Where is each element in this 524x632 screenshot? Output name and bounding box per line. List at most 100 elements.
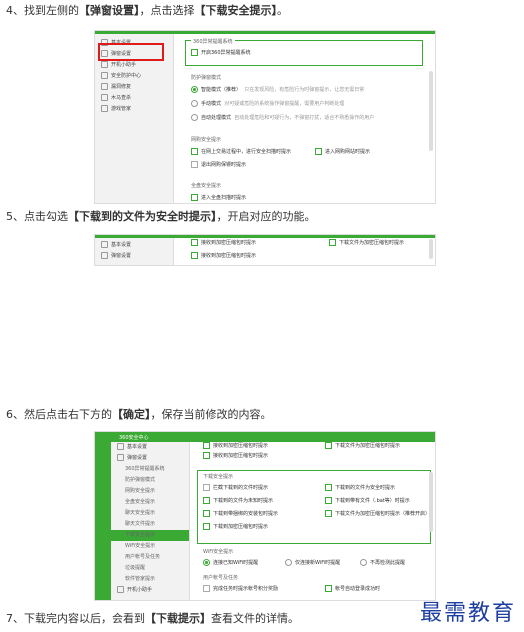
checkbox-icon bbox=[191, 239, 198, 246]
checkbox-icon bbox=[203, 585, 210, 592]
section-title: 360异常提醒系统 bbox=[191, 38, 235, 45]
radio-icon bbox=[285, 559, 292, 566]
radio-icon bbox=[203, 559, 210, 566]
radio-icon bbox=[360, 559, 367, 566]
sidebar-subitem[interactable]: 垃圾提醒 bbox=[111, 563, 189, 574]
window-icon bbox=[101, 252, 108, 259]
radio-icon bbox=[191, 100, 198, 107]
section-title: 防护弹窗模式 bbox=[191, 75, 222, 81]
sidebar-item-popup[interactable]: 弹窗设置 bbox=[111, 453, 189, 464]
option-row[interactable]: 拦截下载到的文件时提示 bbox=[203, 484, 268, 492]
option-row[interactable]: 下载到的文件为未知时提示 bbox=[203, 497, 273, 505]
sidebar-subitem[interactable]: 防护弹窗模式 bbox=[111, 475, 189, 486]
checkbox-icon bbox=[203, 510, 210, 517]
option-row[interactable]: 下载文件为加密压缩包时提示 bbox=[329, 239, 404, 247]
shield-icon bbox=[101, 72, 108, 79]
sidebar-subitem[interactable]: 聊天安全提示 bbox=[111, 508, 189, 519]
step-text: ，点击选择 bbox=[139, 4, 195, 17]
sidebar-subitem[interactable]: 全盘安全提示 bbox=[111, 497, 189, 508]
settings-panel: 接收到加密压缩包时提示 下载文件为加密压缩包时提示 接收到加密压缩包时提示 bbox=[179, 238, 435, 265]
option-row[interactable]: 下载文件为加密压缩包时提示 bbox=[325, 442, 400, 450]
option-row[interactable]: 在网上交易过程中，进行安全扫描时提示 bbox=[191, 148, 291, 156]
screenshot-download-option: 基本设置 弹窗设置 接收到加密压缩包时提示 下载文件为加密压缩包时提示 接收到加… bbox=[94, 234, 436, 266]
checkbox-icon bbox=[325, 497, 332, 504]
sidebar-subitem[interactable]: WiFi安全提示 bbox=[111, 541, 189, 552]
checkbox-icon bbox=[191, 194, 198, 201]
step-bold: 【弹窗设置】 bbox=[79, 4, 140, 17]
step-text: 。 bbox=[277, 4, 288, 17]
settings-icon bbox=[117, 443, 124, 450]
checkbox-icon bbox=[203, 523, 210, 530]
step-5-text: 5、点击勾选【下载到的文件为安全时提示】，开启对应的功能。 bbox=[6, 210, 316, 223]
window-title: 360安全中心 bbox=[119, 435, 149, 441]
option-row[interactable]: 帐号自动登录成功时 bbox=[325, 585, 380, 593]
settings-sidebar: 基本设置 弹窗设置 360异常提醒系统 防护弹窗模式 网购安全提示 全盘安全提示… bbox=[111, 442, 190, 600]
mode-option[interactable]: 手动模式 对可疑或危险的系统操作弹窗提醒，需要用户判断处理 bbox=[191, 100, 344, 108]
sidebar-subitem[interactable]: 软件管家提示 bbox=[111, 574, 189, 585]
clock-icon bbox=[101, 61, 108, 68]
sidebar-item-basic[interactable]: 基本设置 bbox=[95, 240, 173, 251]
sidebar-item-basic[interactable]: 基本设置 bbox=[111, 442, 189, 453]
section-title: 用户帐号及任务 bbox=[203, 575, 239, 581]
game-icon bbox=[101, 105, 108, 112]
option-row-download-safe[interactable]: 下载到的文件为安全时提示 bbox=[325, 484, 395, 492]
step-4-text: 4、找到左侧的【弹窗设置】，点击选择【下载安全提示】。 bbox=[6, 4, 288, 18]
scrollbar[interactable] bbox=[429, 71, 433, 151]
checkbox-icon bbox=[325, 510, 332, 517]
section-title: 全盘安全提示 bbox=[191, 183, 222, 189]
checkbox-icon bbox=[191, 161, 198, 168]
checkbox-icon bbox=[191, 148, 198, 155]
mode-option[interactable]: 智能模式（推荐） 只在发现风险，有危险行为时弹窗提示，让您无需日常 bbox=[191, 86, 364, 94]
scrollbar[interactable] bbox=[429, 239, 433, 259]
sidebar-item-boot[interactable]: 开机小助手 bbox=[95, 60, 173, 71]
option-row[interactable]: 退出网购保镖时提示 bbox=[191, 161, 246, 169]
radio-row[interactable]: 不再检测此提醒 bbox=[360, 559, 405, 567]
checkbox-icon bbox=[325, 442, 332, 449]
sidebar-subitem[interactable]: 用户帐号及任务 bbox=[111, 552, 189, 563]
settings-sidebar: 基本设置 弹窗设置 bbox=[95, 238, 174, 265]
option-row[interactable]: 完成任务时提示帐号积分奖励 bbox=[203, 585, 278, 593]
clock-icon bbox=[117, 586, 124, 593]
sidebar-item-boot[interactable]: 开机小助手 bbox=[111, 585, 189, 596]
radio-row[interactable]: 连接已知WiFi时提醒 bbox=[203, 559, 258, 567]
sidebar-item-game[interactable]: 游戏管家 bbox=[95, 104, 173, 115]
watermark-logo: 最需教育 bbox=[419, 601, 516, 626]
sidebar-item-popup[interactable]: 弹窗设置 bbox=[95, 251, 173, 262]
checkbox-icon bbox=[203, 442, 210, 449]
sidebar-item-trojan[interactable]: 木马查杀 bbox=[95, 93, 173, 104]
sidebar-item-security[interactable]: 安全防护中心 bbox=[95, 71, 173, 82]
sidebar-subitem[interactable]: 网购安全提示 bbox=[111, 486, 189, 497]
settings-panel: 接收到加密压缩包时提示 下载文件为加密压缩包时提示 接收到加密压缩包时提示 下载… bbox=[195, 442, 435, 600]
option-row[interactable]: 进入全盘扫描时提示 bbox=[191, 194, 246, 202]
sidebar-item-patch[interactable]: 漏洞修复 bbox=[95, 82, 173, 93]
checkbox-icon bbox=[191, 252, 198, 259]
radio-row[interactable]: 仅连接新WiFi时提醒 bbox=[285, 559, 340, 567]
option-row[interactable]: 接收到加密压缩包时提示 bbox=[203, 442, 268, 450]
screenshot-download-settings: 360安全中心 基本设置 弹窗设置 360异常提醒系统 防护弹窗模式 网购安全提… bbox=[94, 431, 436, 601]
option-row[interactable]: 开启360异常提醒系统 bbox=[191, 49, 251, 57]
option-row[interactable]: 进入网购网站时提示 bbox=[315, 148, 370, 156]
option-row[interactable]: 下载到加密压缩包时提示 bbox=[203, 523, 268, 531]
option-row[interactable]: 下载文件为加密压缩包时提示（推荐开启） bbox=[325, 510, 430, 518]
sidebar-subitem[interactable]: 360异常提醒系统 bbox=[111, 464, 189, 475]
section-title: 下载安全提示 bbox=[203, 474, 234, 480]
option-row[interactable]: 接收到加密压缩包时提示 bbox=[191, 252, 256, 260]
sidebar-subitem-download-active[interactable]: 下载安全提示 bbox=[111, 530, 189, 541]
section-frame-download bbox=[197, 470, 431, 544]
scrollbar[interactable] bbox=[429, 472, 433, 532]
option-row[interactable]: 接收到加密压缩包时提示 bbox=[203, 452, 268, 460]
checkbox-icon bbox=[203, 497, 210, 504]
step-text: 4、找到左侧的 bbox=[6, 4, 79, 17]
radio-icon bbox=[191, 86, 198, 93]
bug-icon bbox=[101, 94, 108, 101]
mode-option[interactable]: 自动处理模式 自动处理危险和可疑行为，不弹窗打扰，适合不熟悉操作的用户 bbox=[191, 114, 374, 122]
settings-icon bbox=[101, 241, 108, 248]
settings-panel: 360异常提醒系统 开启360异常提醒系统 防护弹窗模式 智能模式（推荐） 只在… bbox=[179, 34, 435, 203]
sidebar-subitem[interactable]: 聊天文件提示 bbox=[111, 519, 189, 530]
option-row[interactable]: 下载到带有文件（.bat等）时提示 bbox=[325, 497, 410, 505]
section-title: WiFi安全提示 bbox=[203, 549, 234, 555]
step-7-text: 7、下载完内容以后，会看到【下载提示】查看文件的详情。 bbox=[6, 612, 299, 625]
option-row[interactable]: 接收到加密压缩包时提示 bbox=[191, 239, 256, 247]
screenshot-popup-settings: 基本设置 弹窗设置 开机小助手 安全防护中心 漏洞修复 木马查杀 游戏管家 36… bbox=[94, 30, 436, 204]
option-row[interactable]: 下载到带捆绑的安装包时提示 bbox=[203, 510, 278, 518]
